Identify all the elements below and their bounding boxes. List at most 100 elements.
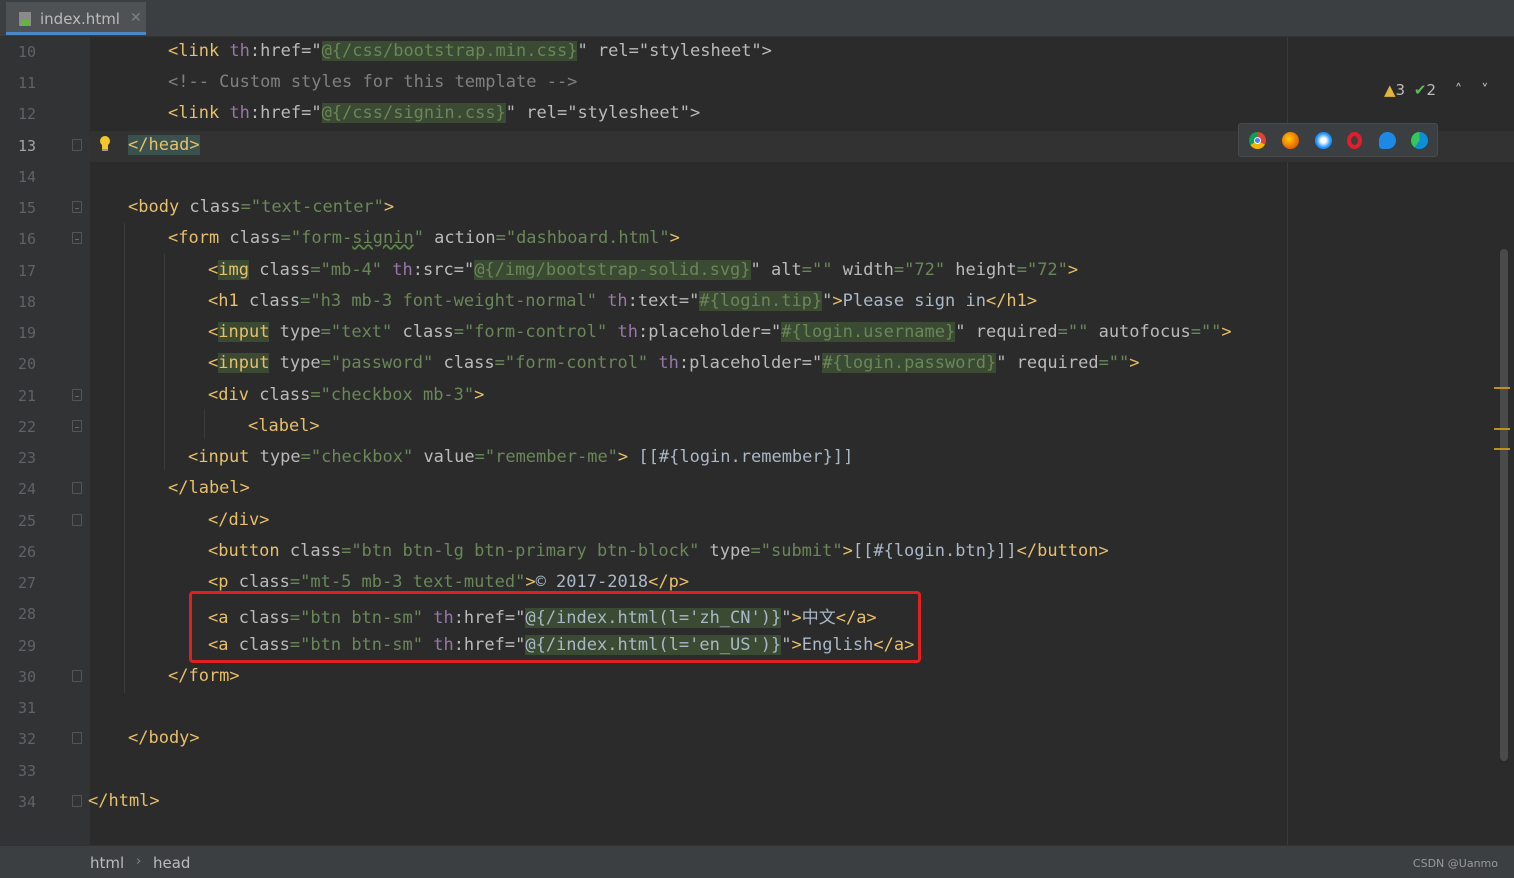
code-text: <label> xyxy=(248,416,320,436)
code-line[interactable]: 18 <h1 class="h3 mb-3 font-weight-normal… xyxy=(0,287,1514,318)
code-text: </body> xyxy=(128,728,200,748)
line-number: 20 xyxy=(17,355,36,373)
warning-marker[interactable] xyxy=(1494,387,1510,389)
line-number: 24 xyxy=(17,480,36,498)
code-text: <link th:href="@{/css/signin.css}" rel="… xyxy=(168,103,701,123)
code-line[interactable]: 25 </div> xyxy=(0,506,1514,537)
code-line[interactable]: 23 <input type="checkbox" value="remembe… xyxy=(0,443,1514,474)
code-text: </label> xyxy=(168,478,250,498)
warning-marker[interactable] xyxy=(1494,428,1510,430)
code-text: <input type="checkbox" value="remember-m… xyxy=(188,447,854,467)
code-line[interactable]: 17 <img class="mb-4" th:src="@{/img/boot… xyxy=(0,256,1514,287)
line-number: 23 xyxy=(17,449,36,467)
code-line[interactable]: 10 <link th:href="@{/css/bootstrap.min.c… xyxy=(0,37,1514,68)
weak-warning-count: 2 xyxy=(1426,81,1436,99)
line-number: 13 xyxy=(17,137,36,155)
code-text: <form class="form-signin" action="dashbo… xyxy=(168,228,680,248)
code-text: <p class="mt-5 mb-3 text-muted">© 2017-2… xyxy=(208,572,690,592)
ie-icon[interactable] xyxy=(1379,132,1396,149)
fold-marker[interactable] xyxy=(72,201,82,213)
lightbulb-icon[interactable] xyxy=(98,135,112,153)
line-number: 34 xyxy=(17,793,36,811)
code-line[interactable]: 16 <form class="form-signin" action="das… xyxy=(0,224,1514,255)
line-number: 30 xyxy=(17,668,36,686)
code-text: <h1 class="h3 mb-3 font-weight-normal" t… xyxy=(208,291,1038,311)
code-line[interactable]: 32 </body> xyxy=(0,724,1514,755)
chevron-down-icon[interactable]: ˅ xyxy=(1481,81,1489,99)
close-icon[interactable]: ✕ xyxy=(130,10,142,26)
code-line[interactable]: 19 <input type="text" class="form-contro… xyxy=(0,318,1514,349)
code-text: </div> xyxy=(208,510,270,530)
line-number: 17 xyxy=(17,262,36,280)
breadcrumb-item-head[interactable]: head xyxy=(153,854,190,872)
line-number: 15 xyxy=(17,199,36,217)
safari-icon[interactable] xyxy=(1315,132,1332,149)
code-line[interactable]: 33 xyxy=(0,756,1514,787)
fold-marker[interactable] xyxy=(72,670,82,682)
chevron-right-icon: › xyxy=(136,854,142,869)
opera-icon[interactable] xyxy=(1347,132,1362,149)
code-line[interactable]: 11 <!-- Custom styles for this template … xyxy=(0,68,1514,99)
code-editor[interactable]: 10 <link th:href="@{/css/bootstrap.min.c… xyxy=(0,37,1514,845)
code-text: <div class="checkbox mb-3"> xyxy=(208,385,485,405)
fold-marker[interactable] xyxy=(72,482,82,494)
code-line[interactable]: 20 <input type="password" class="form-co… xyxy=(0,349,1514,380)
code-line[interactable]: 26 <button class="btn btn-lg btn-primary… xyxy=(0,537,1514,568)
code-text: <button class="btn btn-lg btn-primary bt… xyxy=(208,541,1109,561)
code-line[interactable]: 15 <body class="text-center"> xyxy=(0,193,1514,224)
line-number: 26 xyxy=(17,543,36,561)
line-number: 12 xyxy=(17,105,36,123)
code-text: <img class="mb-4" th:src="@{/img/bootstr… xyxy=(208,260,1079,280)
code-comment: <!-- Custom styles for this template --> xyxy=(168,72,578,92)
code-line[interactable]: 14 xyxy=(0,162,1514,193)
fold-marker[interactable] xyxy=(72,389,82,401)
chrome-icon[interactable] xyxy=(1249,132,1266,149)
fold-marker[interactable] xyxy=(72,232,82,244)
code-line[interactable]: 21 <div class="checkbox mb-3"> xyxy=(0,381,1514,412)
code-line[interactable]: 22 <label> xyxy=(0,412,1514,443)
code-text: </form> xyxy=(168,666,240,686)
line-number: 22 xyxy=(17,418,36,436)
code-text: <input type="password" class="form-contr… xyxy=(208,353,1140,373)
check-icon: ✔ xyxy=(1413,81,1427,99)
line-number: 29 xyxy=(17,637,36,655)
line-number: 14 xyxy=(17,168,36,186)
warning-marker[interactable] xyxy=(1494,448,1510,450)
editor-tab-bar: index.html ✕ xyxy=(0,0,1514,37)
breadcrumb-bar: html › head CSDN @Uanmo xyxy=(0,845,1514,878)
breadcrumb-item-html[interactable]: html xyxy=(90,854,124,872)
tab-label: index.html xyxy=(40,10,120,28)
code-line[interactable]: 31 xyxy=(0,693,1514,724)
inspection-widget[interactable]: ▲3 ✔2 ˄ ˅ xyxy=(1384,81,1489,99)
code-text: </head> xyxy=(128,135,200,155)
warning-icon: ▲ xyxy=(1384,81,1396,99)
code-text: </html> xyxy=(88,791,160,811)
line-number: 16 xyxy=(17,230,36,248)
html-file-icon xyxy=(19,12,31,26)
chevron-up-icon[interactable]: ˄ xyxy=(1455,81,1463,99)
code-text: <input type="text" class="form-control" … xyxy=(208,322,1232,342)
tab-index-html[interactable]: index.html ✕ xyxy=(6,2,146,35)
fold-marker[interactable] xyxy=(72,732,82,744)
line-number: 18 xyxy=(17,293,36,311)
line-number: 10 xyxy=(17,43,36,61)
code-line[interactable]: 34 </html> xyxy=(0,787,1514,818)
vertical-scrollbar[interactable] xyxy=(1500,249,1508,761)
firefox-icon[interactable] xyxy=(1282,132,1299,149)
line-number: 32 xyxy=(17,730,36,748)
line-number: 28 xyxy=(17,605,36,623)
code-text: <body class="text-center"> xyxy=(128,197,395,217)
fold-marker[interactable] xyxy=(72,139,82,151)
code-line[interactable]: 30 </form> xyxy=(0,662,1514,693)
line-number: 31 xyxy=(17,699,36,717)
line-number: 19 xyxy=(17,324,36,342)
line-number: 27 xyxy=(17,574,36,592)
fold-marker[interactable] xyxy=(72,795,82,807)
line-number: 11 xyxy=(17,74,36,92)
fold-marker[interactable] xyxy=(72,514,82,526)
code-line[interactable]: 24 </label> xyxy=(0,474,1514,505)
line-number: 33 xyxy=(17,762,36,780)
edge-icon[interactable] xyxy=(1411,132,1428,149)
code-text: <link th:href="@{/css/bootstrap.min.css}… xyxy=(168,41,772,61)
fold-marker[interactable] xyxy=(72,420,82,432)
